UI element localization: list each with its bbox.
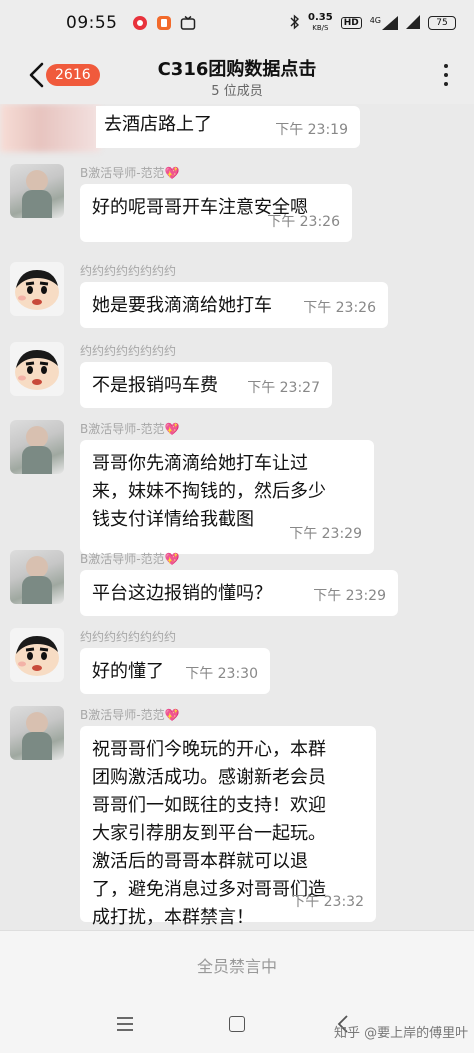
message-bubble[interactable]: 哥哥你先滴滴给她打车让过 来，妹妹不掏钱的，然后多少 钱支付详情给我截图 下午 …: [80, 440, 374, 554]
sender-name: 约约约约约约约约: [80, 344, 177, 358]
avatar[interactable]: [10, 628, 64, 682]
message-bubble[interactable]: 平台这边报销的懂吗？ 下午 23:29: [80, 570, 398, 616]
message-time: 下午 23:27: [247, 380, 320, 396]
network-speed-value: 0.35: [308, 12, 333, 23]
status-indicators: 0.35 KB/S HD 4G 75: [290, 13, 456, 33]
signal-icon: 4G: [370, 16, 398, 30]
sender-name: B激活导师-范范💖: [80, 166, 180, 180]
message-bubble[interactable]: 去酒店路上了 下午 23:19: [96, 106, 360, 148]
status-time: 09:55: [66, 13, 118, 33]
hd-badge: HD: [340, 17, 362, 29]
message-time: 下午 23:26: [267, 214, 340, 230]
avatar[interactable]: [10, 262, 64, 316]
status-bar: 09:55 0.35 KB/S HD 4G 75: [0, 0, 474, 46]
message-bubble[interactable]: 好的懂了 下午 23:30: [80, 648, 270, 694]
app-notification-icon: [156, 15, 172, 31]
signal-icon: [406, 14, 420, 32]
sender-name: B激活导师-范范💖: [80, 422, 180, 436]
avatar[interactable]: [10, 342, 64, 396]
battery-level: 75: [436, 18, 448, 28]
mute-status-label: 全员禁言中: [196, 956, 277, 976]
sender-name: B激活导师-范范💖: [80, 708, 180, 722]
message-time: 下午 23:29: [289, 526, 362, 542]
member-count: 5 位成员: [211, 84, 263, 99]
avatar[interactable]: [10, 420, 64, 474]
sender-name: B激活导师-范范💖: [80, 552, 180, 566]
message-bubble[interactable]: 好的呢哥哥开车注意安全嗯 下午 23:26: [80, 184, 352, 242]
sender-name: 约约约约约约约约: [80, 630, 177, 644]
home-icon[interactable]: [229, 1016, 245, 1032]
message-time: 下午 23:32: [291, 894, 364, 910]
tv-icon: [180, 15, 196, 31]
message-bubble[interactable]: 祝哥哥们今晚玩的开心，本群 团购激活成功。感谢新老会员 哥哥们一如既往的支持！欢…: [80, 726, 376, 928]
battery-icon: 75: [428, 16, 456, 30]
chat-title: C316团购数据点击: [157, 59, 317, 80]
avatar[interactable]: [10, 550, 64, 604]
message-time: 下午 23:19: [275, 122, 348, 138]
app-notification-icon: [132, 15, 148, 31]
mute-status-bar: 全员禁言中: [0, 930, 474, 998]
message-time: 下午 23:29: [313, 588, 386, 604]
avatar[interactable]: [10, 706, 64, 760]
watermark: 知乎 @要上岸的傅里叶: [334, 1026, 469, 1041]
status-app-icons: [132, 15, 196, 31]
chat-messages[interactable]: 去酒店路上了 下午 23:19 B激活导师-范范💖 好的呢哥哥开车注意安全嗯 下…: [0, 104, 474, 930]
sender-name: 约约约约约约约约: [80, 264, 177, 278]
avatar[interactable]: [10, 164, 64, 218]
bluetooth-icon: [290, 13, 300, 33]
chat-header: 2616 C316团购数据点击 5 位成员: [0, 46, 474, 104]
message-time: 下午 23:26: [303, 300, 376, 316]
network-speed-unit: KB/S: [312, 24, 329, 32]
network-speed: 0.35 KB/S: [308, 13, 333, 33]
message-bubble[interactable]: 她是要我滴滴给她打车 下午 23:26: [80, 282, 388, 328]
more-options-icon[interactable]: [444, 64, 450, 86]
blurred-avatar: [0, 104, 100, 152]
signal-label: 4G: [369, 16, 381, 25]
message-time: 下午 23:30: [185, 666, 258, 682]
recent-apps-icon[interactable]: [116, 1016, 134, 1032]
message-bubble[interactable]: 不是报销吗车费 下午 23:27: [80, 362, 332, 408]
